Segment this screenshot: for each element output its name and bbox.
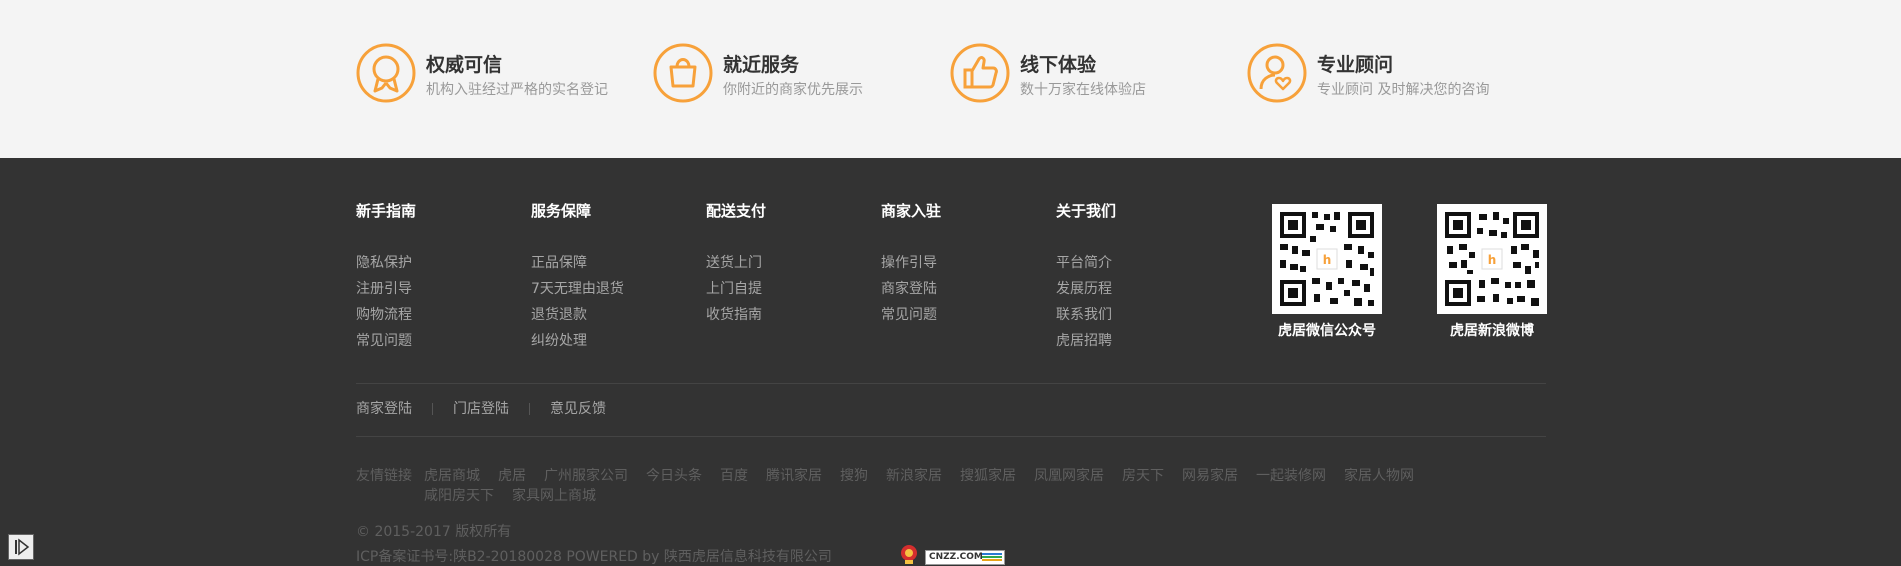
footer-link[interactable]: 注册引导 [356, 276, 416, 302]
qr-label: 虎居微信公众号 [1278, 323, 1376, 339]
divider [432, 403, 433, 415]
shopping-bag-icon [653, 43, 713, 103]
play-arrow-icon [15, 538, 30, 556]
friend-link[interactable]: 百度 [720, 468, 748, 484]
footer-link[interactable]: 7天无理由退货 [531, 276, 624, 302]
bottom-links: 商家登陆 门店登陆 意见反馈 [356, 398, 606, 418]
footer-col-heading: 配送支付 [706, 202, 767, 220]
footer-link[interactable]: 常见问题 [881, 302, 941, 328]
footer-link[interactable]: 收货指南 [706, 302, 766, 328]
footer-link[interactable]: 退货退款 [531, 302, 624, 328]
friend-links-row: 虎居商城 虎居 广州服家公司 今日头条 百度 腾讯家居 搜狗 新浪家居 搜狐家居 凤凰网家居 房天下… [424, 465, 1432, 485]
footer-link[interactable]: 上门自提 [706, 276, 766, 302]
friend-link[interactable]: 搜狗 [840, 468, 868, 484]
footer-link[interactable]: 发展历程 [1056, 276, 1116, 302]
divider [529, 403, 530, 415]
friend-link[interactable]: 一起装修网 [1256, 468, 1326, 484]
feature-desc: 数十万家在线体验店 [1020, 82, 1146, 98]
friend-link[interactable]: 凤凰网家居 [1034, 468, 1104, 484]
footer-link[interactable]: 送货上门 [706, 250, 766, 276]
footer-col-service: 服务保障 正品保障 7天无理由退货 退货退款 纠纷处理 [531, 200, 624, 354]
footer: 新手指南 隐私保护 注册引导 购物流程 常见问题 服务保障 正品保障 7天无理由… [0, 158, 1901, 566]
consultant-heart-icon [1247, 43, 1307, 103]
footer-col-heading: 新手指南 [356, 202, 417, 220]
qr-weibo: h 虎居新浪微博 [1437, 204, 1547, 340]
collapse-toggle-button[interactable] [8, 534, 34, 560]
copyright: © 2015-2017 版权所有 [356, 524, 512, 540]
footer-col-heading: 商家入驻 [881, 202, 942, 220]
friend-link[interactable]: 虎居 [498, 468, 526, 484]
footer-col-heading: 关于我们 [1056, 202, 1117, 220]
qr-code-image: h [1272, 204, 1382, 314]
friend-link[interactable]: 腾讯家居 [766, 468, 822, 484]
friend-link[interactable]: 新浪家居 [886, 468, 942, 484]
friend-link[interactable]: 广州服家公司 [544, 468, 628, 484]
features-bar: 权威可信 机构入驻经过严格的实名登记 就近服务 你附近的商家优先展示 线下体验 … [0, 0, 1901, 158]
footer-link[interactable]: 常见问题 [356, 328, 416, 354]
footer-link[interactable]: 商家登陆 [881, 276, 941, 302]
footer-link[interactable]: 纠纷处理 [531, 328, 624, 354]
footer-link[interactable]: 正品保障 [531, 250, 624, 276]
icp-record: ICP备案证书号:陕B2-20180028 POWERED by 陕西虎居信息科… [356, 549, 832, 565]
cnzz-stats-badge[interactable]: CNZZ.COM [925, 550, 1005, 565]
footer-link[interactable]: 购物流程 [356, 302, 416, 328]
qr-label: 虎居新浪微博 [1450, 323, 1534, 339]
footer-link[interactable]: 操作引导 [881, 250, 941, 276]
bottom-link-feedback[interactable]: 意见反馈 [550, 398, 606, 418]
qr-code-icon: h [1280, 212, 1374, 306]
footer-link[interactable]: 虎居招聘 [1056, 328, 1116, 354]
feature-title: 专业顾问 [1317, 54, 1394, 76]
friend-link[interactable]: 虎居商城 [424, 468, 480, 484]
friend-links-row: 咸阳房天下 家具网上商城 [424, 485, 614, 505]
cnzz-label: CNZZ.COM [929, 552, 983, 562]
footer-link[interactable]: 联系我们 [1056, 302, 1116, 328]
footer-col-delivery: 配送支付 送货上门 上门自提 收货指南 [706, 200, 766, 328]
bottom-link-store-login[interactable]: 门店登陆 [453, 398, 509, 418]
friend-link[interactable]: 网易家居 [1182, 468, 1238, 484]
qr-wechat: h 虎居微信公众号 [1272, 204, 1382, 340]
friend-link[interactable]: 房天下 [1122, 468, 1164, 484]
footer-col-about: 关于我们 平台简介 发展历程 联系我们 虎居招聘 [1056, 200, 1116, 354]
divider [356, 383, 1546, 384]
cnzz-stripes [982, 553, 1002, 562]
friend-link[interactable]: 家居人物网 [1344, 468, 1414, 484]
friend-link[interactable]: 今日头条 [646, 468, 702, 484]
friend-links-label: 友情链接 [356, 468, 412, 484]
qr-code-icon: h [1445, 212, 1539, 306]
svg-text:h: h [1323, 253, 1332, 267]
footer-link[interactable]: 隐私保护 [356, 250, 416, 276]
badge-icon [356, 43, 416, 103]
feature-desc: 你附近的商家优先展示 [723, 82, 863, 98]
footer-col-guide: 新手指南 隐私保护 注册引导 购物流程 常见问题 [356, 200, 416, 354]
svg-text:h: h [1488, 253, 1497, 267]
footer-col-heading: 服务保障 [531, 202, 592, 220]
police-emblem-icon[interactable] [900, 544, 918, 564]
feature-title: 权威可信 [426, 54, 503, 76]
feature-title: 就近服务 [723, 54, 800, 76]
qr-code-image: h [1437, 204, 1547, 314]
footer-col-merchant: 商家入驻 操作引导 商家登陆 常见问题 [881, 200, 941, 328]
friend-link[interactable]: 咸阳房天下 [424, 488, 494, 504]
footer-link[interactable]: 平台简介 [1056, 250, 1116, 276]
thumbs-up-icon [950, 43, 1010, 103]
friend-link[interactable]: 家具网上商城 [512, 488, 596, 504]
bottom-link-merchant-login[interactable]: 商家登陆 [356, 398, 412, 418]
divider [356, 436, 1546, 437]
feature-desc: 机构入驻经过严格的实名登记 [426, 82, 608, 98]
friend-link[interactable]: 搜狐家居 [960, 468, 1016, 484]
feature-title: 线下体验 [1020, 54, 1097, 76]
feature-desc: 专业顾问 及时解决您的咨询 [1317, 82, 1490, 98]
